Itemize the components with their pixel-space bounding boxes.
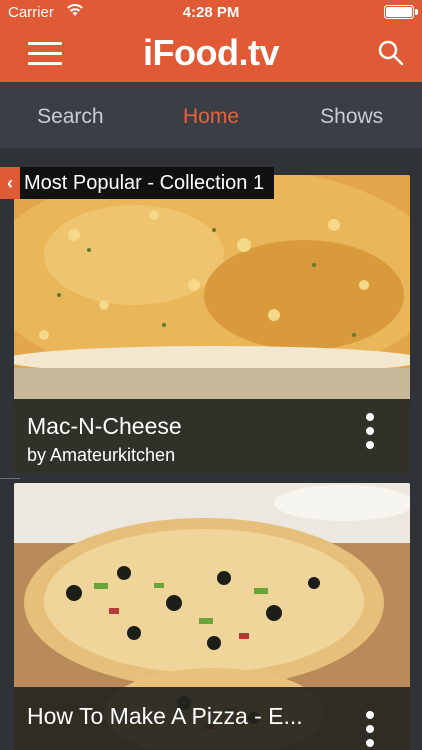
video-title: How To Make A Pizza - E...: [27, 703, 303, 729]
section-title: Most Popular - Collection 1: [24, 171, 265, 194]
video-card[interactable]: How To Make A Pizza - E...: [14, 483, 410, 750]
video-card-info: Mac-N-Cheese by Amateurkitchen: [14, 399, 410, 473]
section-back-button[interactable]: ‹: [0, 167, 20, 199]
chevron-left-icon: ‹: [7, 172, 13, 193]
section-header: ‹ Most Popular - Collection 1: [0, 167, 275, 199]
battery-icon: [384, 5, 418, 19]
video-author: by Amateurkitchen: [27, 445, 176, 465]
status-bar: Carrier 4:28 PM: [0, 0, 422, 24]
search-icon: [378, 40, 404, 66]
video-card[interactable]: Mac-N-Cheese by Amateurkitchen: [14, 175, 410, 473]
tab-home[interactable]: Home: [141, 82, 282, 148]
video-card-info: How To Make A Pizza - E...: [14, 687, 410, 750]
vertical-ellipsis-icon: [364, 413, 376, 449]
app-header: iFood.tv: [0, 24, 422, 92]
search-button[interactable]: [376, 38, 406, 68]
tab-search[interactable]: Search: [0, 82, 141, 148]
video-feed: ‹ Most Popular - Collection 1 Mac-N-Chee…: [0, 148, 422, 750]
more-options-button[interactable]: [364, 413, 376, 461]
divider: [0, 478, 20, 479]
vertical-ellipsis-icon: [364, 711, 376, 747]
app-logo: iFood.tv: [143, 32, 279, 73]
tab-shows[interactable]: Shows: [281, 82, 422, 148]
status-time: 4:28 PM: [182, 4, 240, 21]
more-options-button[interactable]: [364, 711, 376, 750]
tab-bar: Search Home Shows: [0, 82, 422, 148]
video-title: Mac-N-Cheese: [27, 413, 182, 439]
